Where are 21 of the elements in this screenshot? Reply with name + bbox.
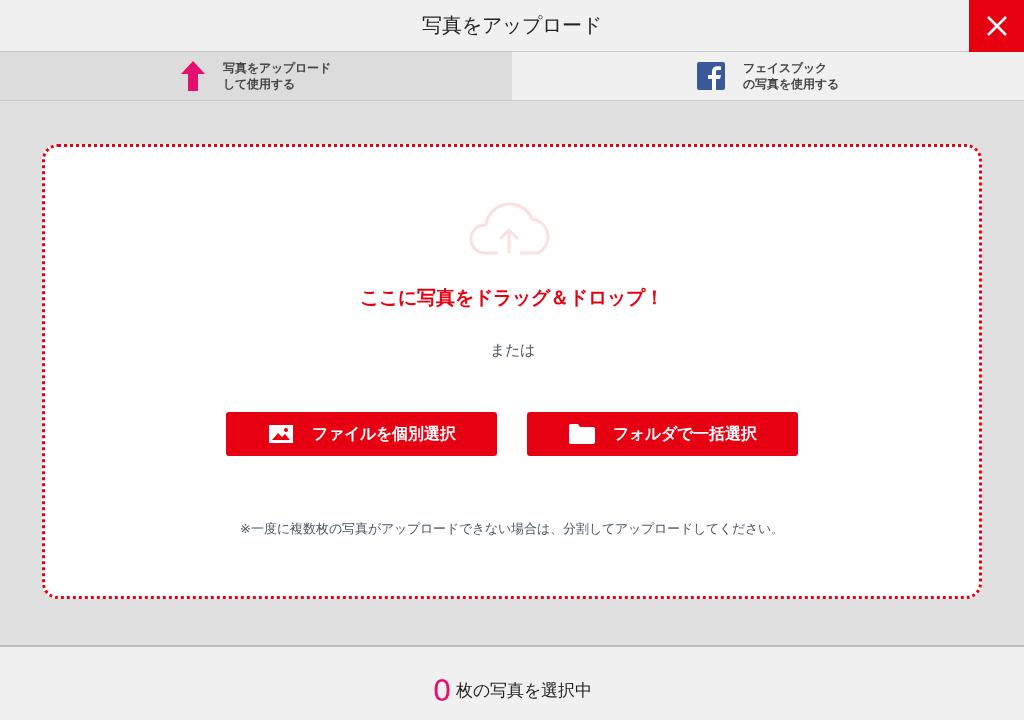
drop-zone[interactable]: ここに写真をドラッグ＆ドロップ！ または ファイルを個別選択 フォルダで一括選択 ※一度に複数枚の写真がアップロードできない場合は、分割してアップロードしてください。 [42,144,982,599]
select-button[interactable]: ファイルを個別選択 [226,412,497,456]
folder-icon [568,424,595,444]
selected-label: 枚の写真を選択中 [455,679,592,702]
or-text: または [489,341,535,360]
select-button[interactable]: フォルダで一括選択 [527,412,798,456]
tab-label: して使用する [223,76,295,93]
tab-label: フェイスブック [743,59,827,76]
arrow-up-icon [181,61,205,91]
window-title: 写真をアップロード [422,12,602,39]
close-icon [985,15,1008,37]
tab-label: の写真を使用する [743,76,839,93]
tab[interactable]: フェイスブック の写真を使用する [512,52,1024,100]
facebook-icon [697,62,725,90]
note-text: ※一度に複数枚の写真がアップロードできない場合は、分割してアップロードしてください。 [240,520,784,538]
image-icon [267,424,294,444]
tab-label: 写真をアップロード [223,59,331,76]
tab[interactable]: 写真をアップロード して使用する [0,52,512,100]
close-button[interactable] [969,0,1024,52]
photo-count: 0 [432,673,452,708]
drop-heading: ここに写真をドラッグ＆ドロップ！ [360,285,664,310]
